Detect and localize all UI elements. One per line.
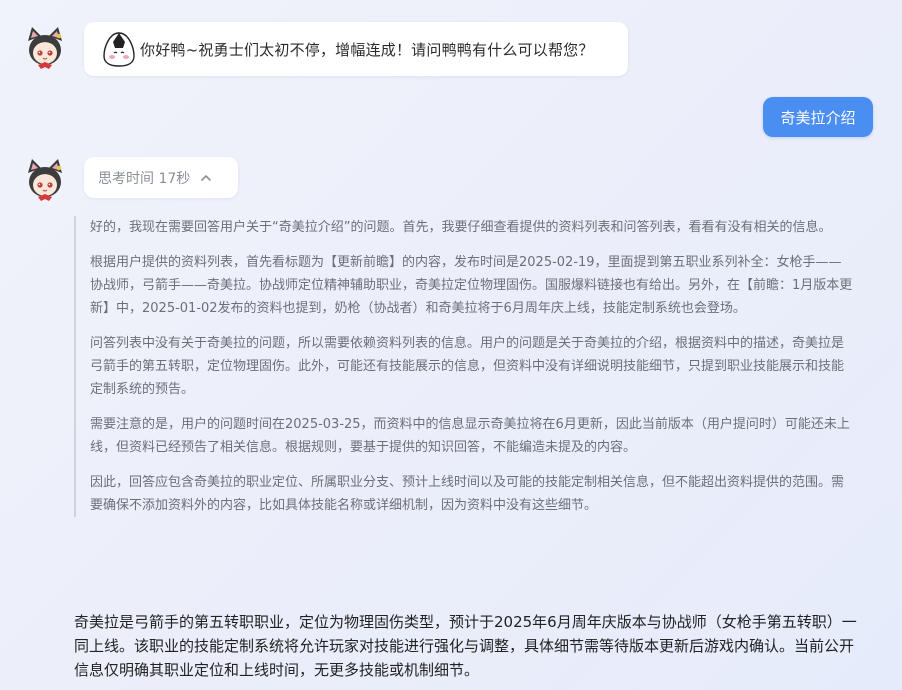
reasoning-paragraph: 好的，我现在需要回答用户关于“奇美拉介绍”的问题。首先，我要仔细查看提供的资料列… — [90, 220, 832, 235]
rice-ball-emoji-icon — [100, 30, 138, 68]
cat-girl-avatar-icon — [28, 159, 62, 201]
thinking-time-label: 思考时间 17秒 — [98, 170, 191, 187]
bot-avatar — [22, 25, 68, 71]
reasoning-paragraph: 根据用户提供的资料列表，首先看标题为【更新前瞻】的内容，发布时间是2025-02… — [90, 255, 853, 316]
chevron-up-icon — [200, 172, 212, 184]
reasoning-paragraph: 因此，回答应包含奇美拉的职业定位、所属职业分支、预计上线时间以及可能的技能定制相… — [90, 475, 845, 513]
thinking-time-toggle[interactable]: 思考时间 17秒 — [84, 157, 238, 198]
reasoning-paragraph: 问答列表中没有关于奇美拉的问题，所以需要依赖资料列表的信息。用户的问题是关于奇美… — [90, 336, 845, 397]
greeting-bubble: 你好鸭~祝勇士们太初不停，增幅连成！请问鸭鸭有什么可以帮您？ — [84, 22, 628, 76]
reasoning-paragraph: 需要注意的是，用户的问题时间在2025-03-25，而资料中的信息显示奇美拉将在… — [90, 417, 850, 455]
user-message-bubble: 奇美拉介绍 — [763, 97, 873, 137]
answer-text: 奇美拉是弓箭手的第五转职职业，定位为物理固伤类型，预计于2025年6月周年庆版本… — [74, 613, 857, 679]
reasoning-block: 好的，我现在需要回答用户关于“奇美拉介绍”的问题。首先，我要仔细查看提供的资料列… — [74, 216, 854, 517]
bot-avatar — [22, 157, 68, 203]
cat-girl-avatar-icon — [28, 27, 62, 69]
greeting-text: 你好鸭~祝勇士们太初不停，增幅连成！请问鸭鸭有什么可以帮您？ — [140, 40, 594, 59]
